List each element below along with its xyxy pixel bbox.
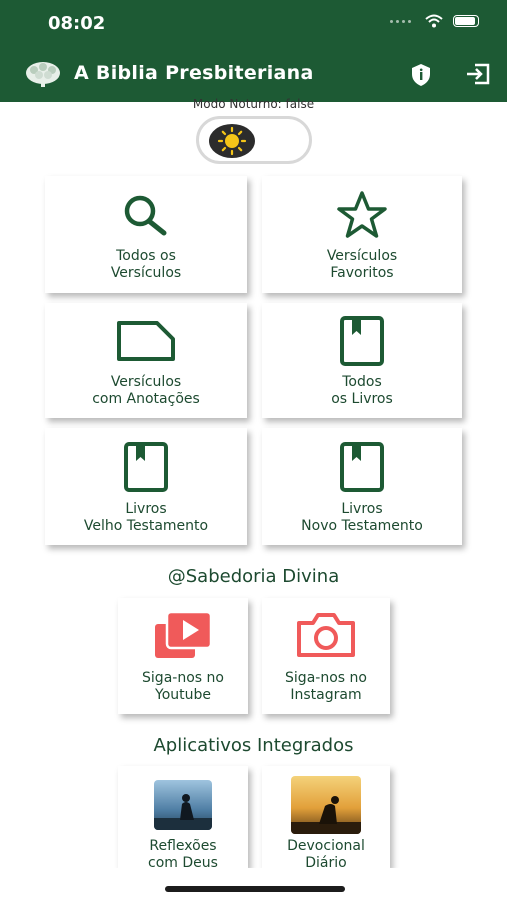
tile-label-line2: Diário [305,855,347,868]
youtube-tile[interactable]: Siga-nos no Youtube [118,598,248,714]
all-books-tile[interactable]: Todos os Livros [262,303,462,418]
tile-label-line1: Reflexões [149,838,217,854]
new-testament-tile[interactable]: Livros Novo Testamento [262,428,462,545]
camera-icon [297,613,355,657]
status-icons [390,14,479,28]
search-icon [124,195,167,236]
note-icon [117,321,175,361]
reflexoes-app-image [154,780,212,830]
tile-label-line2: Favoritos [330,265,394,281]
tile-label-line2: Velho Testamento [83,518,209,534]
night-mode-toggle[interactable] [196,116,312,164]
tile-label-line2: Versículos [110,265,182,281]
all-verses-tile[interactable]: Todos os Versículos [45,176,247,293]
battery-icon [453,15,479,27]
wifi-icon [425,14,443,28]
status-time: 08:02 [48,13,106,34]
tile-label-line1: Versículos [326,248,398,264]
tile-label-line2: com Deus [148,855,218,868]
social-section-title: @Sabedoria Divina [167,566,340,587]
tree-icon [26,62,60,87]
tile-label-line2: com Anotações [92,391,200,407]
signal-icon [390,19,411,23]
tile-label-line2: Youtube [155,687,211,703]
instagram-tile[interactable]: Siga-nos no Instagram [262,598,390,714]
app-title: A Biblia Presbiteriana [74,62,314,84]
bottom-safe-area [0,868,507,900]
logout-icon[interactable] [466,63,490,85]
tile-label-line1: Siga-nos no [142,670,224,686]
tile-label-line1: Siga-nos no [285,670,367,686]
shield-icon[interactable] [410,63,432,87]
devocional-app-image [291,776,361,834]
tile-label-line2: Novo Testamento [301,518,423,534]
book-icon [124,442,168,492]
reflexoes-app-tile[interactable]: Reflexões com Deus [118,766,248,868]
sun-icon [217,126,247,156]
old-testament-tile[interactable]: Livros Velho Testamento [45,428,247,545]
tile-label-line2: Instagram [290,687,362,703]
tile-label-line1: Devocional [287,838,365,854]
tile-label-line1: Livros [341,501,383,517]
book-icon [340,442,384,492]
apps-section-title: Aplicativos Integrados [153,735,354,756]
book-icon [340,316,384,366]
home-indicator[interactable] [165,886,345,892]
tile-label-line1: Todos [342,374,382,390]
devocional-app-tile[interactable]: Devocional Diário [262,766,390,868]
tile-label-line1: Versículos [110,374,182,390]
star-icon [337,191,387,238]
app-header: 08:02 A Biblia Presbiteriana [0,0,507,102]
tile-label-line2: os Livros [331,391,393,407]
annotated-verses-tile[interactable]: Versículos com Anotações [45,303,247,418]
tile-label-line1: Todos os [116,248,176,264]
favorite-verses-tile[interactable]: Versículos Favoritos [262,176,462,293]
toggle-knob [209,124,255,158]
tile-label-line1: Livros [125,501,167,517]
night-mode-label: Modo Noturno: false [192,97,315,111]
youtube-icon [155,610,213,658]
